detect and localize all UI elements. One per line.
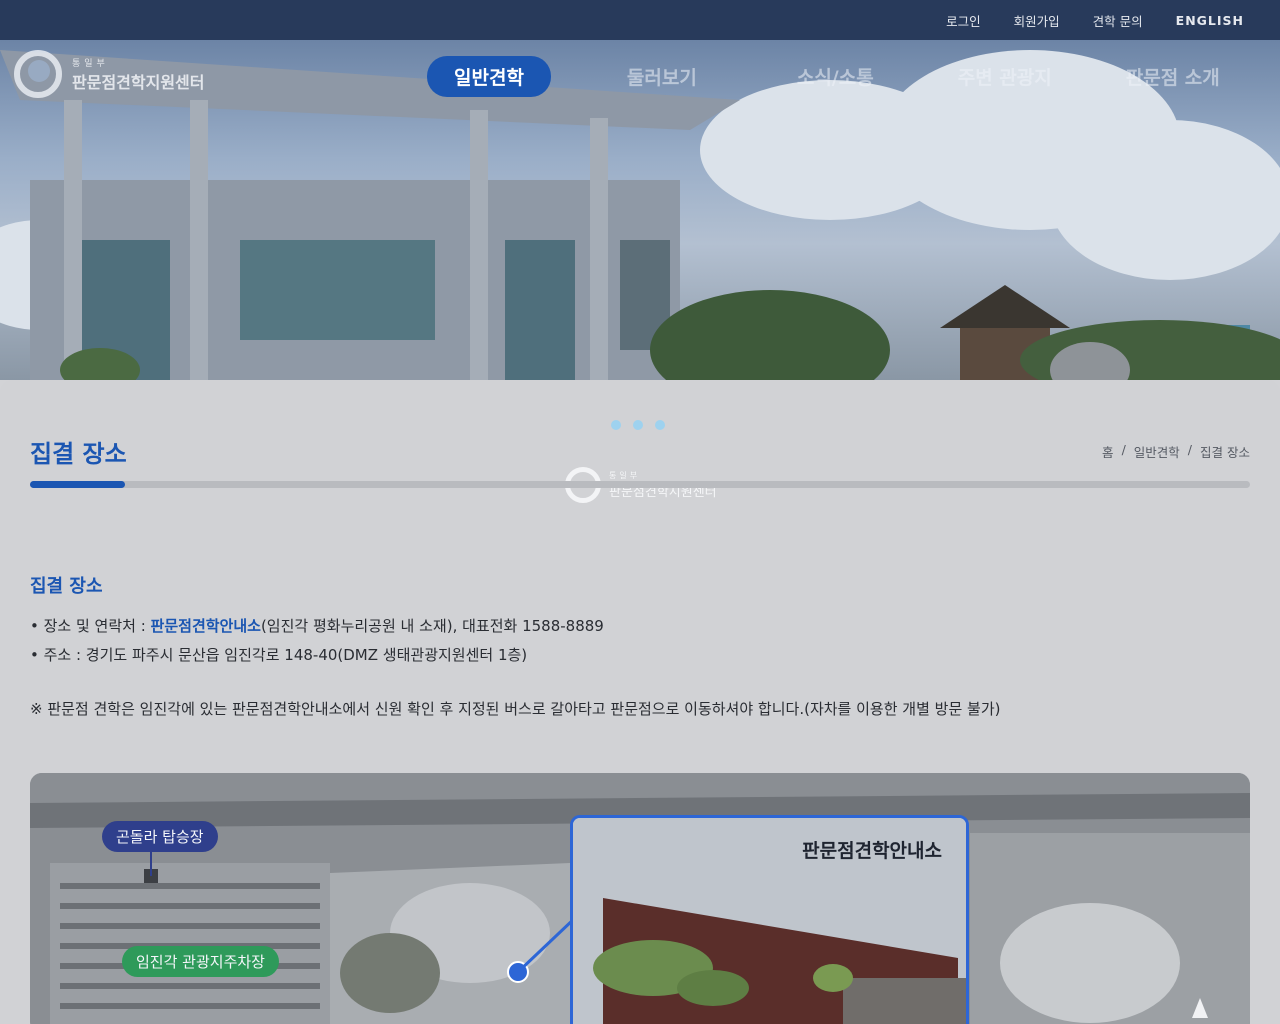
site-logo[interactable]: 통일부 판문점견학지원센터 [14, 50, 204, 98]
utility-nav: 로그인 회원가입 견학 문의 ENGLISH [946, 0, 1244, 40]
loading-dots-icon [611, 420, 665, 430]
location-map: 곤돌라 탑승장 임진각 관광지주차장 판문점견학안내소 [30, 773, 1250, 1024]
signup-link[interactable]: 회원가입 [1014, 11, 1060, 30]
top-utility-bar: 로그인 회원가입 견학 문의 ENGLISH [0, 0, 1280, 40]
breadcrumb-separator: / [1121, 442, 1126, 457]
main-nav: 일반견학 둘러보기 소식/소통 주변 관광지 판문점 소개 [427, 56, 1220, 97]
nav-panmunjom-intro[interactable]: 판문점 소개 [1126, 63, 1220, 90]
english-link[interactable]: ENGLISH [1176, 13, 1244, 28]
breadcrumb-separator: / [1187, 442, 1193, 457]
guide-office-photo-label: 판문점견학안내소 [802, 840, 942, 862]
breadcrumb-current: 집결 장소 [1200, 445, 1250, 460]
section-title: 집결 장소 [30, 576, 103, 597]
parking-lot-label: 임진각 관광지주차장 [122, 946, 279, 977]
contact-prefix: • 장소 및 연락처 : [30, 617, 151, 635]
nav-nearby-attractions[interactable]: 주변 관광지 [958, 63, 1052, 90]
meeting-place-info: • 장소 및 연락처 : 판문점견학안내소(임진각 평화누리공원 내 소재), … [30, 612, 604, 670]
page-title: 집결 장소 [30, 440, 127, 468]
nav-look-around[interactable]: 둘러보기 [627, 63, 697, 90]
contact-line: • 장소 및 연락처 : 판문점견학안내소(임진각 평화누리공원 내 소재), … [30, 612, 604, 641]
loading-logo-ministry: 통일부 [609, 471, 641, 480]
contact-suffix: (임진각 평화누리공원 내 소재), 대표전화 1588-8889 [260, 617, 604, 635]
guide-office-photo: 판문점견학안내소 [570, 815, 969, 1024]
page-progress-bar [30, 481, 1250, 488]
tour-inquiry-link[interactable]: 견학 문의 [1093, 11, 1143, 30]
address-line: • 주소 : 경기도 파주시 문산읍 임진각로 148-40(DMZ 생태관광지… [30, 646, 528, 664]
tour-notice: ※ 판문점 견학은 임진각에 있는 판문점견학안내소에서 신원 확인 후 지정된… [30, 700, 1001, 718]
progress-fill [30, 481, 126, 488]
breadcrumb: 홈 / 일반견학 / 집결 장소 [1102, 442, 1250, 461]
guide-office-name: 판문점견학안내소 [150, 617, 261, 635]
nav-news[interactable]: 소식/소통 [797, 63, 874, 90]
logo-ministry-text: 통일부 [72, 58, 109, 69]
breadcrumb-home[interactable]: 홈 [1102, 442, 1114, 461]
login-link[interactable]: 로그인 [946, 11, 981, 30]
nav-general-tour[interactable]: 일반견학 [427, 56, 551, 97]
gondola-station-label: 곤돌라 탑승장 [102, 821, 218, 852]
breadcrumb-general-tour[interactable]: 일반견학 [1134, 442, 1180, 461]
logo-site-name: 판문점견학지원센터 [72, 72, 205, 92]
government-emblem-icon [14, 50, 62, 98]
